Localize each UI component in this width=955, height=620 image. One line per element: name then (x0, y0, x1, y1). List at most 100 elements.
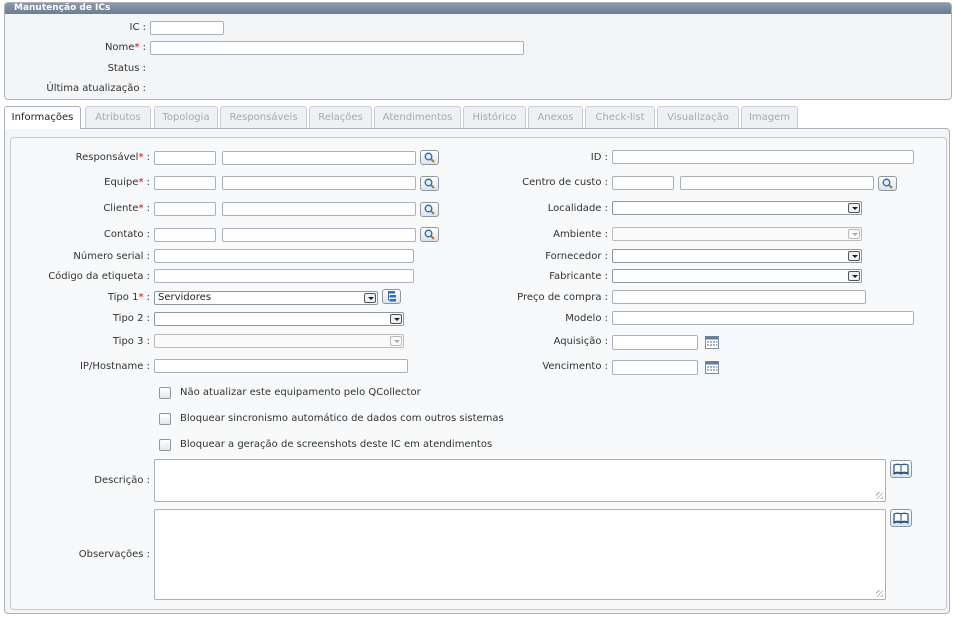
tipo1-label-wrap: Tipo 1* : (20, 291, 150, 305)
vencimento-label: Vencimento : (542, 361, 608, 372)
observacoes-label: Observações : (78, 549, 150, 560)
centro-custo-lookup-button[interactable] (878, 176, 897, 191)
fornecedor-label: Fornecedor : (545, 251, 608, 262)
status-label: Status : (107, 63, 146, 74)
ic-label: IC : (129, 22, 146, 33)
ultima-atualizacao-label: Última atualização : (46, 83, 146, 94)
tab-check-list[interactable]: Check-list (585, 106, 655, 128)
preco-compra-label: Preço de compra : (517, 292, 608, 303)
nome-label-wrap: Nome* : (60, 41, 146, 55)
tab-topologia[interactable]: Topologia (154, 106, 218, 128)
descricao-textarea[interactable] (154, 459, 886, 502)
calendar-icon[interactable] (705, 360, 719, 374)
cliente-name-input[interactable] (222, 202, 416, 216)
equipe-code-input[interactable] (154, 176, 216, 190)
contato-code-input[interactable] (154, 228, 216, 242)
responsavel-label-wrap: Responsável* : (20, 151, 150, 165)
modelo-label: Modelo : (565, 313, 608, 324)
cliente-code-input[interactable] (154, 202, 216, 216)
tab-relacoes[interactable]: Relações (309, 106, 372, 128)
codigo-etiqueta-input[interactable] (154, 269, 414, 283)
tipo1-value: Servidores (158, 292, 212, 303)
cliente-label: Cliente (103, 203, 139, 214)
block-screenshots-label: Bloquear a geração de screenshots deste … (180, 439, 493, 450)
descricao-book-button[interactable] (890, 460, 912, 478)
codigo-etiqueta-label: Código da etiqueta : (48, 271, 150, 282)
chevron-down-icon (364, 293, 376, 303)
equipe-name-input[interactable] (222, 176, 416, 190)
tab-historico[interactable]: Histórico (463, 106, 526, 128)
observacoes-textarea[interactable] (154, 509, 886, 600)
colon: : (143, 203, 150, 214)
equipe-label-wrap: Equipe* : (20, 176, 150, 190)
tab-imagem[interactable]: Imagem (741, 106, 798, 128)
block-sync-checkbox[interactable] (159, 413, 171, 425)
tipo1-tree-button[interactable] (382, 289, 401, 304)
modelo-input[interactable] (612, 311, 914, 325)
vencimento-date-input[interactable] (612, 360, 698, 375)
centro-custo-name-input[interactable] (680, 176, 874, 190)
no-qcollector-checkbox[interactable] (159, 387, 171, 399)
tipo1-select[interactable]: Servidores (154, 291, 378, 305)
centro-custo-code-input[interactable] (612, 176, 674, 190)
responsavel-lookup-button[interactable] (420, 150, 439, 165)
observacoes-book-button[interactable] (890, 509, 912, 527)
ip-hostname-input[interactable] (154, 359, 408, 373)
block-screenshots-checkbox[interactable] (159, 439, 171, 451)
tipo1-label: Tipo 1 (107, 292, 139, 303)
descricao-label: Descrição : (94, 475, 150, 486)
chevron-down-icon (390, 336, 402, 346)
resize-grip-icon[interactable] (876, 492, 883, 499)
tipo3-label: Tipo 3 : (112, 336, 150, 347)
resize-grip-icon[interactable] (876, 590, 883, 597)
equipe-label: Equipe (104, 177, 139, 188)
ambiente-select[interactable] (612, 227, 862, 241)
cliente-lookup-button[interactable] (420, 202, 439, 217)
id-input[interactable] (612, 150, 914, 164)
colon: : (143, 177, 150, 188)
block-sync-label: Bloquear sincronismo automático de dados… (180, 413, 504, 424)
aquisicao-label: Aquisição : (553, 336, 608, 347)
aquisicao-date-input[interactable] (612, 335, 698, 350)
centro-custo-label: Centro de custo : (522, 177, 608, 188)
chevron-down-icon (848, 251, 860, 261)
nome-label: Nome (104, 42, 135, 53)
fornecedor-select[interactable] (612, 249, 862, 263)
id-label: ID : (590, 152, 608, 163)
tipo3-select[interactable] (154, 334, 404, 348)
magnifier-icon (421, 204, 438, 219)
responsavel-label: Responsável (75, 152, 139, 163)
contato-lookup-button[interactable] (420, 227, 439, 242)
tab-visualizacao[interactable]: Visualização (657, 106, 739, 128)
nome-input[interactable] (150, 41, 524, 55)
ip-hostname-label: IP/Hostname : (79, 361, 150, 372)
contato-name-input[interactable] (222, 228, 416, 242)
localidade-select[interactable] (612, 201, 862, 215)
tipo2-select[interactable] (154, 312, 404, 326)
tab-responsaveis[interactable]: Responsáveis (220, 106, 307, 128)
tab-atributos[interactable]: Atributos (85, 106, 151, 128)
calendar-icon[interactable] (705, 335, 719, 349)
fabricante-select[interactable] (612, 269, 862, 283)
tab-anexos[interactable]: Anexos (528, 106, 583, 128)
preco-compra-input[interactable] (612, 290, 866, 304)
ic-input[interactable] (150, 21, 224, 35)
chevron-down-icon (848, 203, 860, 213)
responsavel-name-input[interactable] (222, 151, 416, 165)
book-icon (891, 512, 911, 529)
numero-serial-input[interactable] (154, 249, 414, 263)
no-qcollector-label: Não atualizar este equipamento pelo QCol… (180, 387, 421, 398)
tipo2-label: Tipo 2 : (112, 313, 150, 324)
magnifier-icon (421, 152, 438, 167)
tree-list-icon (383, 291, 400, 306)
panel-title-bar: Manutenção de ICs (5, 3, 951, 14)
responsavel-code-input[interactable] (154, 151, 216, 165)
tab-informacoes[interactable]: Informações (4, 106, 81, 129)
magnifier-icon (421, 229, 438, 244)
tab-atendimentos[interactable]: Atendimentos (374, 106, 461, 128)
chevron-down-icon (848, 271, 860, 281)
fabricante-label: Fabricante : (549, 271, 608, 282)
equipe-lookup-button[interactable] (420, 176, 439, 191)
colon: : (143, 292, 150, 303)
book-icon (891, 463, 911, 480)
